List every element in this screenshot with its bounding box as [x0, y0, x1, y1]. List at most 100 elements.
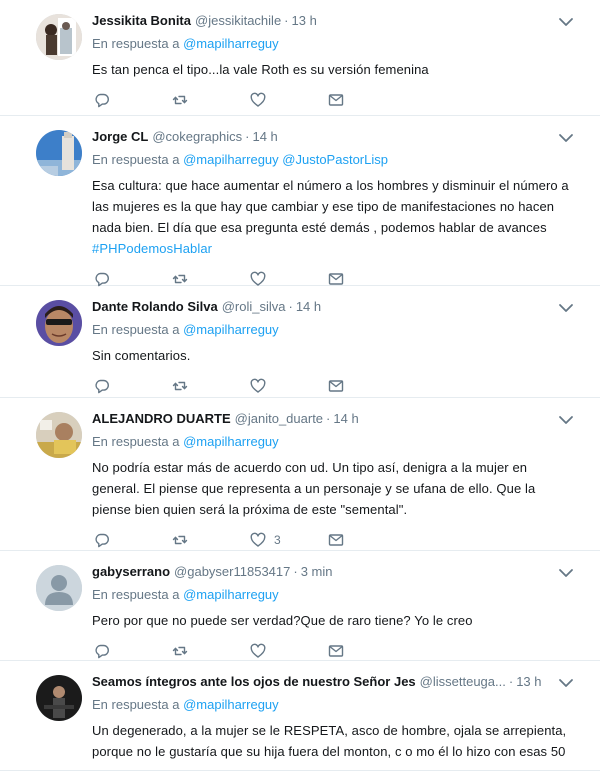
author-name[interactable]: Dante Rolando Silva — [92, 298, 218, 316]
retweet-button[interactable] — [172, 376, 250, 396]
timestamp[interactable]: 3 min — [301, 563, 333, 581]
chevron-down-icon[interactable] — [558, 302, 574, 314]
tweet-text-line: Es tan penca el tipo...la vale Roth es s… — [92, 62, 429, 77]
author-handle[interactable]: @janito_duarte — [235, 410, 323, 428]
tweet-text: Esa cultura: que hace aumentar el número… — [92, 175, 584, 259]
avatar[interactable] — [36, 14, 82, 60]
direct-message-button[interactable] — [328, 90, 406, 110]
chevron-down-icon[interactable] — [558, 414, 574, 426]
avatar[interactable] — [36, 565, 82, 611]
tweet[interactable]: Seamos íntegros ante los ojos de nuestro… — [0, 661, 600, 771]
like-icon — [250, 532, 266, 547]
reply-context: En respuesta a @mapilharreguy — [92, 586, 584, 604]
avatar-photo — [36, 14, 82, 60]
retweet-icon — [172, 535, 188, 545]
reply-context: En respuesta a @mapilharreguy @JustoPast… — [92, 151, 584, 169]
author-name[interactable]: ALEJANDRO DUARTE — [92, 410, 231, 428]
mention-link[interactable]: @mapilharreguy — [183, 36, 279, 51]
reply-prefix: En respuesta a — [92, 697, 180, 712]
timestamp[interactable]: 14 h — [333, 410, 358, 428]
reply-icon — [95, 533, 109, 548]
author-handle[interactable]: @gabyser11853417 — [174, 563, 290, 581]
mention-link[interactable]: @mapilharreguy — [183, 322, 279, 337]
timestamp[interactable]: 14 h — [296, 298, 321, 316]
direct-message-button[interactable] — [328, 376, 406, 396]
reply-context: En respuesta a @mapilharreguy — [92, 696, 584, 714]
timestamp[interactable]: 13 h — [516, 673, 541, 691]
tweet-text-line: Un degenerado, a la mujer se le RESPETA,… — [92, 723, 567, 738]
tweet-text-line: porque no le gustaría que su hija fuera … — [92, 744, 566, 759]
tweet-actions — [94, 766, 584, 771]
retweet-button[interactable] — [172, 530, 250, 550]
reply-button[interactable] — [94, 376, 172, 396]
timestamp[interactable]: 14 h — [252, 128, 277, 146]
reply-prefix: En respuesta a — [92, 434, 180, 449]
like-button[interactable]: 3 — [250, 530, 328, 550]
reply-icon — [95, 379, 109, 394]
retweet-icon — [172, 95, 188, 105]
author-handle[interactable]: @roli_silva — [222, 298, 286, 316]
direct-message-icon — [328, 94, 344, 106]
retweet-button[interactable] — [172, 641, 250, 661]
tweet-header: Jorge CL @cokegraphics · 14 h — [92, 128, 584, 146]
like-icon — [250, 378, 266, 393]
tweet-text-line: general. El piense que representa a un p… — [92, 481, 536, 496]
author-name[interactable]: Jessikita Bonita — [92, 12, 191, 30]
reply-button[interactable] — [94, 641, 172, 661]
retweet-icon — [172, 646, 188, 656]
tweet-actions — [94, 84, 584, 116]
avatar[interactable] — [36, 675, 82, 721]
retweet-button[interactable] — [172, 90, 250, 110]
chevron-down-icon[interactable] — [558, 567, 574, 579]
tweet-header: ALEJANDRO DUARTE @janito_duarte · 14 h — [92, 410, 584, 428]
tweet[interactable]: gabyserrano @gabyser11853417 · 3 min En … — [0, 551, 600, 661]
direct-message-icon — [328, 534, 344, 546]
tweet[interactable]: ALEJANDRO DUARTE @janito_duarte · 14 h E… — [0, 398, 600, 551]
author-name[interactable]: gabyserrano — [92, 563, 170, 581]
separator-dot: · — [288, 299, 293, 314]
reply-prefix: En respuesta a — [92, 322, 180, 337]
mention-link[interactable]: @mapilharreguy — [183, 697, 279, 712]
author-handle[interactable]: @cokegraphics — [152, 128, 242, 146]
separator-dot: · — [293, 564, 298, 579]
reply-context: En respuesta a @mapilharreguy — [92, 433, 584, 451]
separator-dot: · — [508, 674, 514, 689]
author-handle[interactable]: @jessikitachile — [195, 12, 281, 30]
tweet-text-line: Sin comentarios. — [92, 348, 191, 363]
author-name[interactable]: Seamos íntegros ante los ojos de nuestro… — [92, 673, 416, 691]
chevron-down-icon[interactable] — [558, 132, 574, 144]
reply-button[interactable] — [94, 530, 172, 550]
mention-link[interactable]: @mapilharreguy — [183, 434, 279, 449]
like-button[interactable] — [250, 376, 328, 396]
tweet-text-line: Pero por que no puede ser verdad?Que de … — [92, 613, 473, 628]
chevron-down-icon[interactable] — [558, 16, 574, 28]
author-name[interactable]: Jorge CL — [92, 128, 148, 146]
tweet[interactable]: Jessikita Bonita @jessikitachile · 13 h … — [0, 0, 600, 116]
chevron-down-icon[interactable] — [558, 677, 574, 689]
tweet-header: Seamos íntegros ante los ojos de nuestro… — [92, 673, 584, 691]
timestamp[interactable]: 13 h — [292, 12, 317, 30]
tweet-header: Jessikita Bonita @jessikitachile · 13 h — [92, 12, 584, 30]
reply-prefix: En respuesta a — [92, 36, 180, 51]
like-button[interactable] — [250, 90, 328, 110]
mention-link[interactable]: @mapilharreguy — [183, 587, 279, 602]
like-button[interactable] — [250, 641, 328, 661]
retweet-icon — [172, 381, 188, 391]
avatar[interactable] — [36, 412, 82, 458]
mention-link[interactable]: @JustoPastorLisp — [282, 152, 388, 167]
avatar[interactable] — [36, 300, 82, 346]
tweet-header: gabyserrano @gabyser11853417 · 3 min — [92, 563, 584, 581]
hashtag-link[interactable]: #PHPodemosHablar — [92, 238, 584, 259]
tweet[interactable]: Jorge CL @cokegraphics · 14 h En respues… — [0, 116, 600, 287]
direct-message-button[interactable] — [328, 641, 406, 661]
tweet[interactable]: Dante Rolando Silva @roli_silva · 14 h E… — [0, 286, 600, 398]
reply-button[interactable] — [94, 90, 172, 110]
tweet-text: No podría estar más de acuerdo con ud. U… — [92, 457, 584, 520]
reply-context: En respuesta a @mapilharreguy — [92, 35, 584, 53]
reply-context: En respuesta a @mapilharreguy — [92, 321, 584, 339]
tweet-header: Dante Rolando Silva @roli_silva · 14 h — [92, 298, 584, 316]
mention-link[interactable]: @mapilharreguy — [183, 152, 279, 167]
direct-message-button[interactable] — [328, 530, 406, 550]
author-handle[interactable]: @lissetteuga... — [420, 673, 506, 691]
avatar[interactable] — [36, 130, 82, 176]
